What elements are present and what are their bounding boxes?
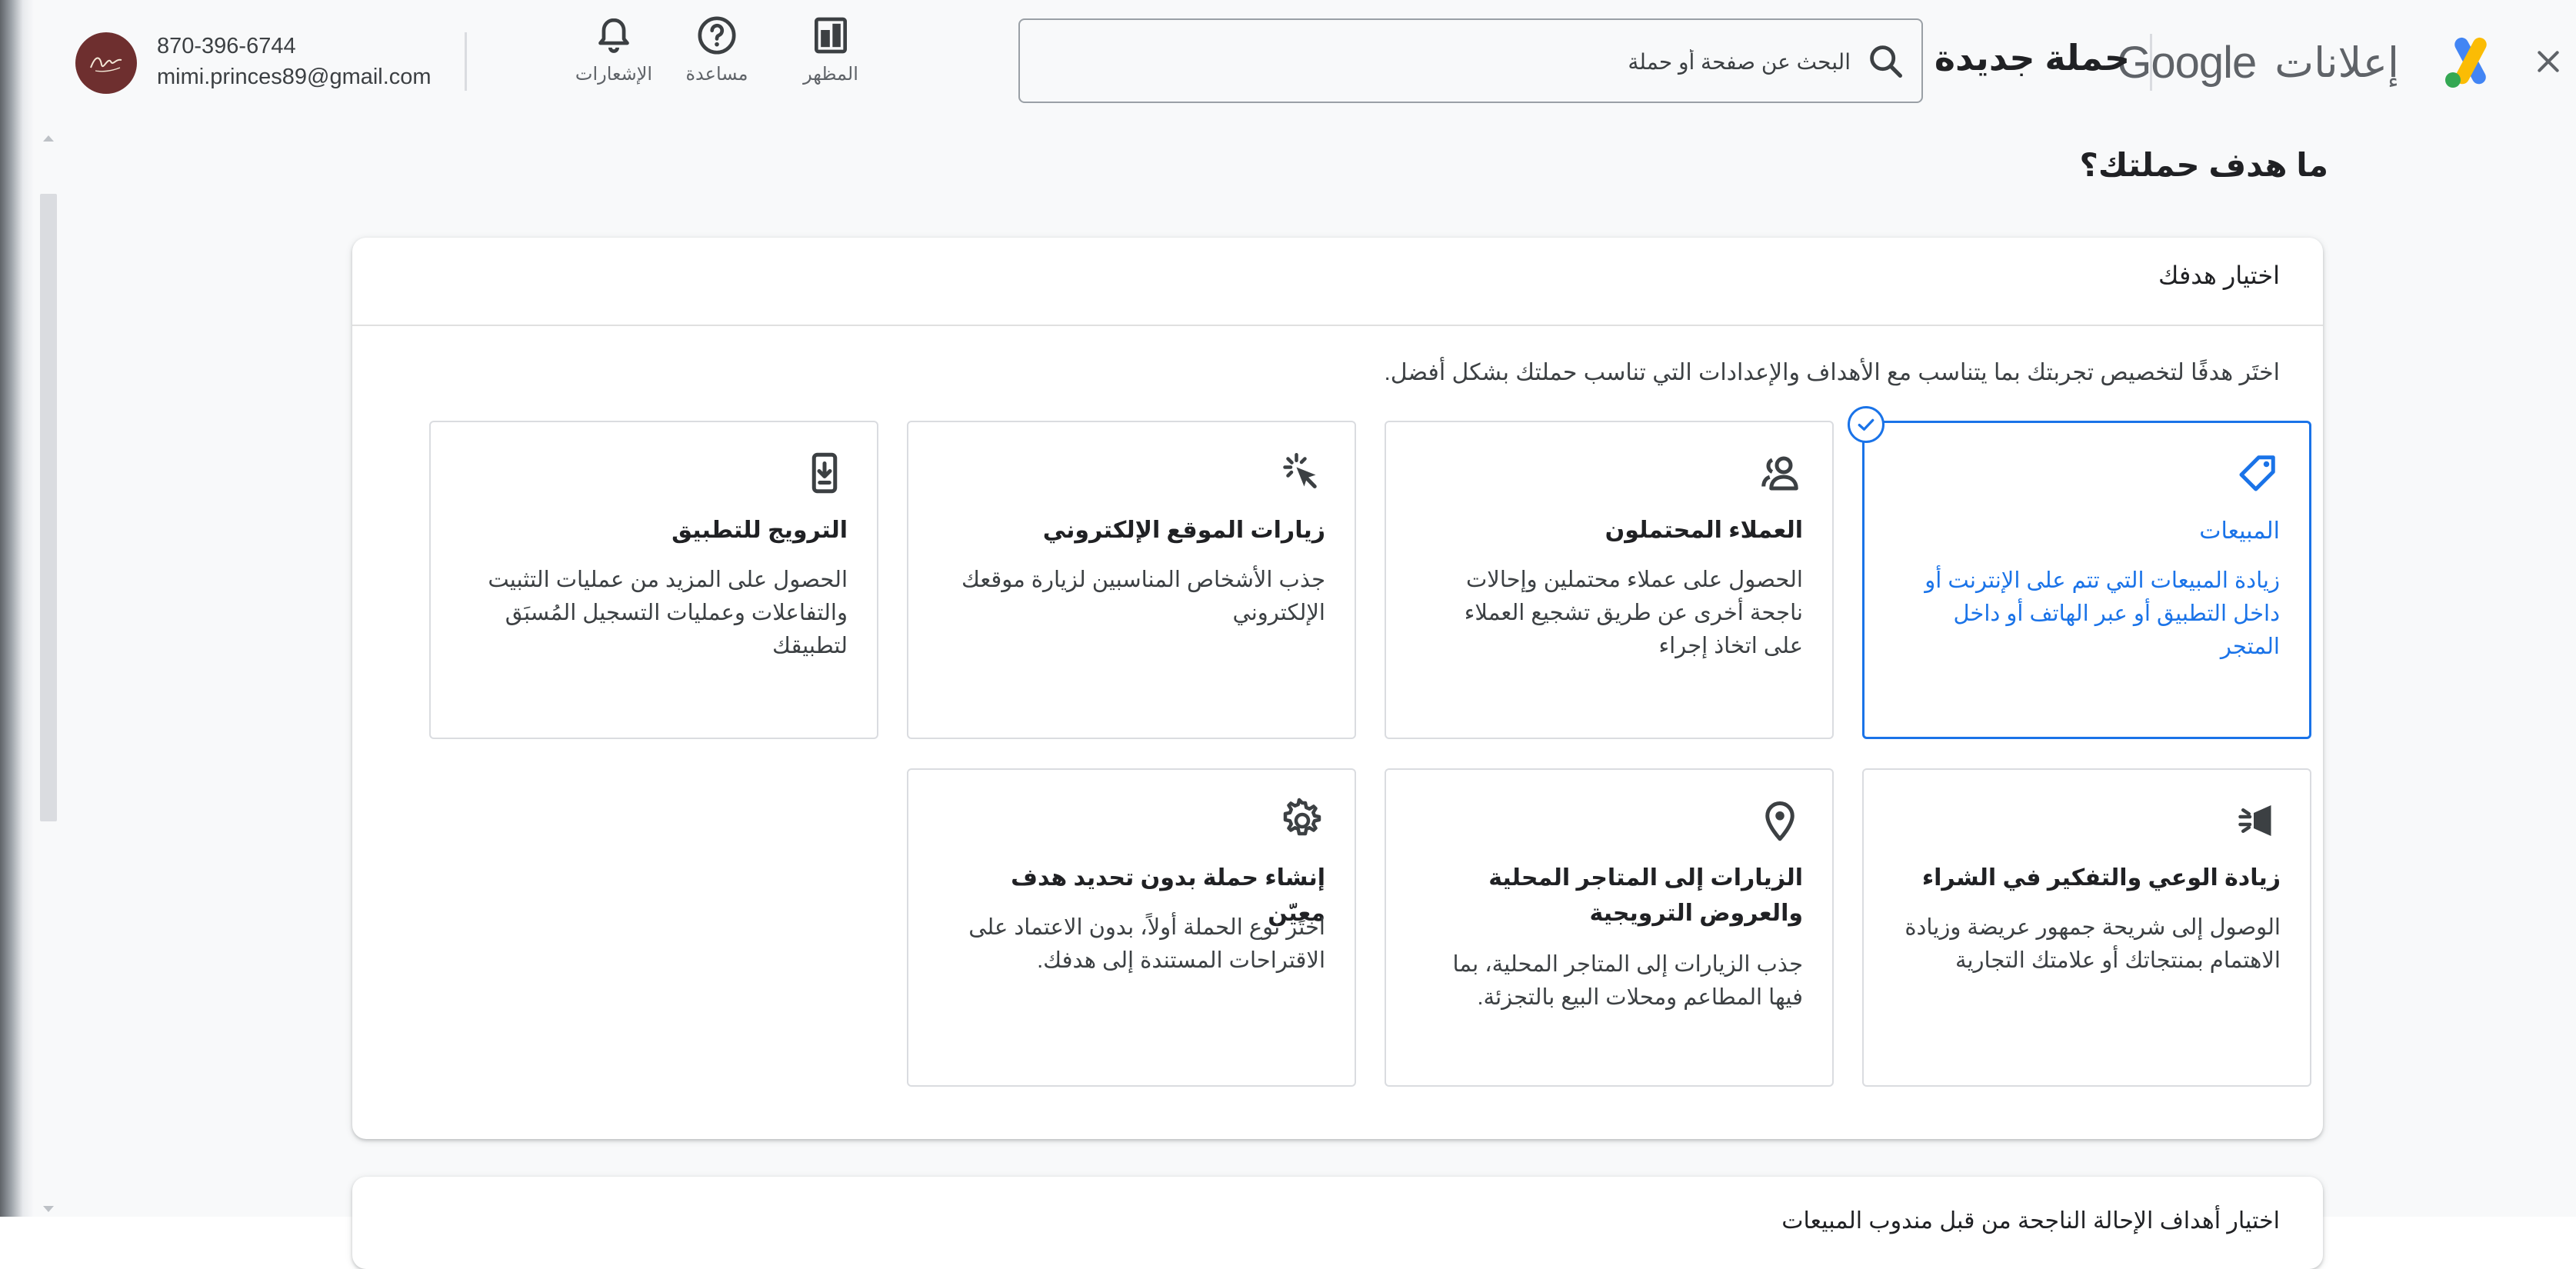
search-box[interactable]	[1018, 18, 1923, 103]
notifications-button[interactable]: الإشعارات	[560, 14, 668, 98]
appearance-label: المظهر	[803, 64, 858, 85]
goal-description: جذب الزيارات إلى المتاجر المحلية، بما في…	[1452, 952, 1803, 1010]
account-divider	[465, 32, 467, 91]
help-button[interactable]: مساعدة	[663, 14, 771, 98]
google-ads-logo	[2445, 37, 2487, 88]
cursor-click-icon	[1283, 453, 1317, 488]
goal-title: الزيارات إلى المتاجر المحلية والعروض الت…	[1488, 865, 1803, 926]
goal-instruction: اختَر هدفًا لتخصيص تجربتك بما يتناسب مع …	[1384, 360, 2280, 385]
account-email: mimi.princes89@gmail.com	[157, 65, 432, 89]
avatar-signature	[90, 57, 122, 72]
search-input[interactable]	[1080, 38, 1852, 86]
gear-icon	[1283, 798, 1321, 836]
goal-question-heading: ما هدف حملتك؟	[2079, 147, 2328, 183]
account-info[interactable]: 870-396-6744 mimi.princes89@gmail.com	[157, 31, 432, 92]
scroll-down-arrow[interactable]	[43, 1206, 54, 1212]
page-title: حملة جديدة	[1934, 38, 2130, 78]
goal-option-app-promotion[interactable]: الترويج للتطبيق الحصول على المزيد من عمل…	[429, 421, 878, 739]
goal-description: جذب الأشخاص المناسبين لزيارة موقعك الإلك…	[961, 568, 1325, 625]
card-title: اختيار هدفك	[2158, 261, 2280, 289]
goal-description: الوصول إلى شريحة جمهور عريضة وزيادة الاه…	[1905, 915, 2281, 973]
goal-description: زيادة المبيعات التي تتم على الإنترنت أو …	[1925, 568, 2280, 659]
goal-description: الحصول على عملاء محتملين وإحالات ناجحة أ…	[1464, 568, 1803, 658]
people-icon	[1761, 456, 1798, 491]
avatar[interactable]	[75, 32, 137, 94]
page-scrollbar[interactable]	[40, 123, 57, 1217]
goal-description: الحصول على المزيد من عمليات التثبيت والت…	[488, 568, 848, 658]
close-button[interactable]	[2524, 37, 2573, 86]
bell-icon	[598, 18, 629, 53]
header-divider	[2150, 34, 2152, 91]
tag-icon	[2239, 455, 2275, 491]
card-divider	[352, 325, 2323, 326]
phone-download-icon	[811, 452, 838, 494]
next-section-title: اختيار أهداف الإحالة الناجحة من قبل مندو…	[1781, 1208, 2280, 1234]
location-pin-icon	[1765, 801, 1795, 841]
megaphone-icon	[2238, 805, 2271, 836]
goal-title: المبيعات	[2199, 518, 2280, 544]
goal-title: زيادة الوعي والتفكير في الشراء	[1921, 865, 2281, 891]
brand-google: Google	[2117, 37, 2257, 88]
goal-description: اختَر نوع الحملة أولاً، بدون الاعتماد عل…	[968, 915, 1325, 973]
goal-option-local-store-visits[interactable]: الزيارات إلى المتاجر المحلية والعروض الت…	[1385, 768, 1834, 1087]
conversion-goals-card: اختيار أهداف الإحالة الناجحة من قبل مندو…	[352, 1177, 2323, 1269]
close-icon	[2538, 51, 2559, 72]
left-edge-shadow	[0, 0, 34, 1217]
check-icon	[1858, 418, 1875, 431]
goal-option-awareness[interactable]: زيادة الوعي والتفكير في الشراء الوصول إل…	[1862, 768, 2311, 1087]
goal-option-no-goal[interactable]: إنشاء حملة بدون تحديد هدف معيّن اختَر نو…	[907, 768, 1356, 1087]
help-label: مساعدة	[685, 64, 748, 85]
scrollbar-thumb[interactable]	[40, 194, 57, 821]
goal-title: الترويج للتطبيق	[671, 518, 848, 543]
selected-check-badge	[1848, 406, 1885, 443]
goal-option-leads[interactable]: العملاء المحتملون الحصول على عملاء محتمل…	[1385, 421, 1834, 739]
page: Google إعلانات حملة جديدة المظهر	[34, 0, 2576, 1269]
goal-option-sales[interactable]: المبيعات زيادة المبيعات التي تتم على الإ…	[1848, 406, 2311, 739]
brand-product: إعلانات	[2274, 39, 2399, 86]
goal-option-website-traffic[interactable]: زيارات الموقع الإلكتروني جذب الأشخاص الم…	[907, 421, 1356, 739]
goal-title: زيارات الموقع الإلكتروني	[1042, 518, 1325, 543]
top-bar: Google إعلانات حملة جديدة المظهر	[34, 0, 2576, 123]
help-icon	[698, 16, 736, 55]
notifications-label: الإشعارات	[575, 64, 653, 85]
search-icon	[1870, 45, 1903, 78]
brand-name: Google إعلانات	[2117, 35, 2399, 89]
scroll-up-arrow[interactable]	[43, 135, 54, 142]
appearance-button[interactable]: المظهر	[777, 14, 885, 98]
appearance-icon	[815, 17, 847, 54]
goal-title: العملاء المحتملون	[1605, 518, 1803, 543]
goal-selection-card: اختيار هدفك اختَر هدفًا لتخصيص تجربتك بم…	[352, 238, 2323, 1139]
account-phone: 870-396-6744	[157, 34, 296, 58]
